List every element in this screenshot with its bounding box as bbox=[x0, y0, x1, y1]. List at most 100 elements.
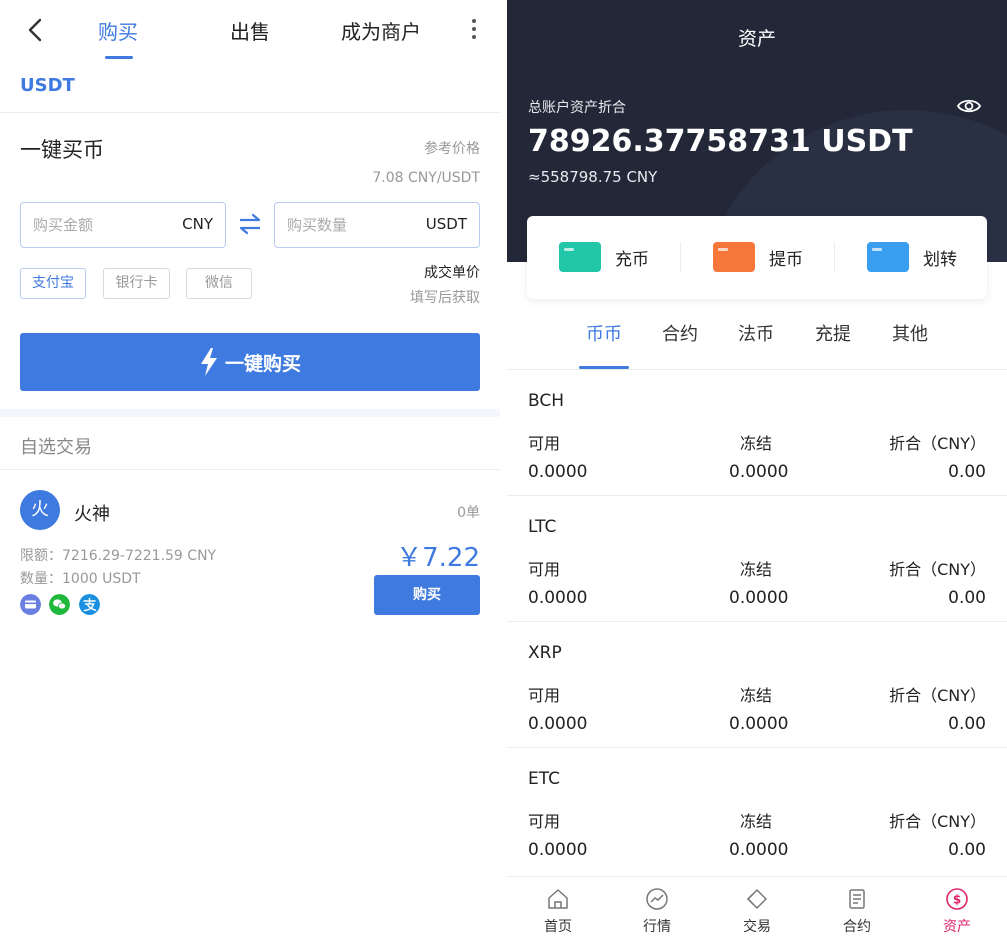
assets-icon: $ bbox=[946, 888, 968, 910]
tab-other[interactable]: 其他 bbox=[892, 320, 928, 346]
coin-selector[interactable]: USDT bbox=[20, 75, 75, 96]
nav-contract[interactable]: 合约 bbox=[827, 887, 887, 936]
more-options-icon[interactable] bbox=[466, 16, 482, 44]
nav-contract-label: 合约 bbox=[843, 919, 871, 935]
nav-assets[interactable]: $ 资产 bbox=[927, 887, 987, 936]
coin-row[interactable]: XRP 可用 冻结 折合（CNY） 0.0000 0.0000 0.00 bbox=[507, 621, 1007, 747]
pay-method-wechat[interactable]: 微信 bbox=[186, 268, 252, 299]
active-tab-indicator bbox=[105, 56, 133, 59]
nav-market[interactable]: 行情 bbox=[627, 887, 687, 936]
coin-row[interactable]: LTC 可用 冻结 折合（CNY） 0.0000 0.0000 0.00 bbox=[507, 495, 1007, 621]
total-assets-label: 总账户资产折合 bbox=[528, 100, 626, 116]
frozen-label: 冻结 bbox=[740, 434, 773, 453]
total-assets-cny: ≈558798.75 CNY bbox=[528, 168, 658, 186]
frozen-value: 0.0000 bbox=[729, 714, 789, 734]
transfer-button[interactable]: 划转 bbox=[867, 240, 957, 274]
section-separator bbox=[0, 409, 500, 417]
market-icon bbox=[646, 888, 668, 910]
section-title: 自选交易 bbox=[20, 437, 92, 458]
amount-unit: CNY bbox=[182, 215, 213, 233]
divider bbox=[0, 469, 500, 470]
divider bbox=[834, 242, 835, 272]
available-value: 0.0000 bbox=[528, 588, 588, 608]
cny-label: 折合（CNY） bbox=[889, 812, 986, 831]
bottom-navigation: 首页 行情 交易 合约 $ 资产 bbox=[507, 876, 1007, 940]
tab-become-merchant[interactable]: 成为商户 bbox=[341, 16, 421, 45]
tab-spot[interactable]: 币币 bbox=[586, 320, 622, 346]
deposit-label: 充币 bbox=[615, 249, 649, 270]
reference-price-value: 7.08 CNY/USDT bbox=[372, 170, 480, 186]
deposit-icon bbox=[559, 242, 601, 272]
nav-home-label: 首页 bbox=[544, 919, 572, 935]
withdraw-icon bbox=[713, 242, 755, 272]
tab-contract[interactable]: 合约 bbox=[662, 320, 698, 346]
panel-gap bbox=[500, 0, 507, 940]
asset-actions-card: 充币 提币 划转 bbox=[527, 216, 987, 299]
available-value: 0.0000 bbox=[528, 714, 588, 734]
quantity-unit: USDT bbox=[425, 215, 467, 233]
contract-icon bbox=[849, 889, 865, 909]
frozen-value: 0.0000 bbox=[729, 588, 789, 608]
reference-price-label: 参考价格 bbox=[424, 141, 480, 157]
available-value: 0.0000 bbox=[528, 462, 588, 482]
tab-fiat[interactable]: 法币 bbox=[738, 320, 774, 346]
withdraw-label: 提币 bbox=[769, 249, 803, 270]
pay-method-alipay[interactable]: 支付宝 bbox=[20, 268, 86, 299]
frozen-label: 冻结 bbox=[740, 812, 773, 831]
eye-icon[interactable] bbox=[957, 96, 981, 116]
merchant-name: 火神 bbox=[74, 504, 110, 525]
transfer-icon bbox=[867, 242, 909, 272]
available-label: 可用 bbox=[528, 434, 561, 453]
withdraw-button[interactable]: 提币 bbox=[713, 240, 803, 274]
cny-label: 折合（CNY） bbox=[889, 560, 986, 579]
divider bbox=[0, 112, 500, 113]
bank-card-icon bbox=[20, 594, 41, 615]
deposit-button[interactable]: 充币 bbox=[559, 240, 649, 274]
cny-value: 0.00 bbox=[948, 714, 986, 734]
frozen-value: 0.0000 bbox=[729, 840, 789, 860]
back-arrow-icon[interactable] bbox=[22, 16, 50, 44]
merchant-price: ￥7.22 bbox=[396, 543, 480, 573]
nav-assets-label: 资产 bbox=[943, 919, 971, 935]
buy-quantity-input[interactable] bbox=[287, 203, 407, 246]
swap-icon[interactable] bbox=[236, 210, 264, 238]
nav-home[interactable]: 首页 bbox=[528, 887, 588, 936]
quick-buy-title: 一键买币 bbox=[20, 138, 104, 162]
merchant-avatar: 火 bbox=[20, 490, 60, 530]
tab-deposit-withdraw[interactable]: 充提 bbox=[815, 320, 851, 346]
quick-buy-button[interactable]: 一键购买 bbox=[20, 333, 480, 391]
buy-amount-field[interactable]: CNY bbox=[20, 202, 226, 248]
coin-row[interactable]: ETC 可用 冻结 折合（CNY） 0.0000 0.0000 0.00 bbox=[507, 747, 1007, 873]
tab-buy[interactable]: 购买 bbox=[98, 16, 138, 45]
tab-sell[interactable]: 出售 bbox=[230, 16, 270, 45]
coin-row[interactable]: BCH 可用 冻结 折合（CNY） 0.0000 0.0000 0.00 bbox=[507, 369, 1007, 495]
wechat-icon bbox=[49, 594, 70, 615]
transfer-label: 划转 bbox=[923, 249, 957, 270]
top-bar: 购买 出售 成为商户 bbox=[0, 0, 500, 62]
available-label: 可用 bbox=[528, 560, 561, 579]
cny-label: 折合（CNY） bbox=[889, 686, 986, 705]
buy-amount-input[interactable] bbox=[33, 203, 153, 246]
svg-text:$: $ bbox=[953, 893, 961, 907]
quick-buy-button-label: 一键购买 bbox=[224, 352, 301, 375]
lightning-icon bbox=[200, 348, 217, 376]
nav-trade-label: 交易 bbox=[743, 919, 771, 935]
alipay-icon bbox=[79, 594, 100, 615]
trade-icon bbox=[746, 889, 767, 909]
cny-value: 0.00 bbox=[948, 840, 986, 860]
available-value: 0.0000 bbox=[528, 840, 588, 860]
nav-trade[interactable]: 交易 bbox=[727, 887, 787, 936]
available-label: 可用 bbox=[528, 812, 561, 831]
frozen-value: 0.0000 bbox=[729, 462, 789, 482]
merchant-buy-button[interactable]: 购买 bbox=[374, 575, 480, 615]
otc-buy-screen: 购买 出售 成为商户 USDT 一键买币 参考价格 7.08 CNY/USDT … bbox=[0, 0, 500, 940]
frozen-label: 冻结 bbox=[740, 560, 773, 579]
cny-value: 0.00 bbox=[948, 588, 986, 608]
merchant-quantity: 数量：1000 USDT bbox=[20, 571, 141, 587]
cny-label: 折合（CNY） bbox=[889, 434, 986, 453]
buy-quantity-field[interactable]: USDT bbox=[274, 202, 480, 248]
coin-name: LTC bbox=[528, 517, 557, 537]
pay-method-bank-card[interactable]: 银行卡 bbox=[103, 268, 170, 299]
coin-name: XRP bbox=[528, 643, 562, 663]
divider bbox=[680, 242, 681, 272]
